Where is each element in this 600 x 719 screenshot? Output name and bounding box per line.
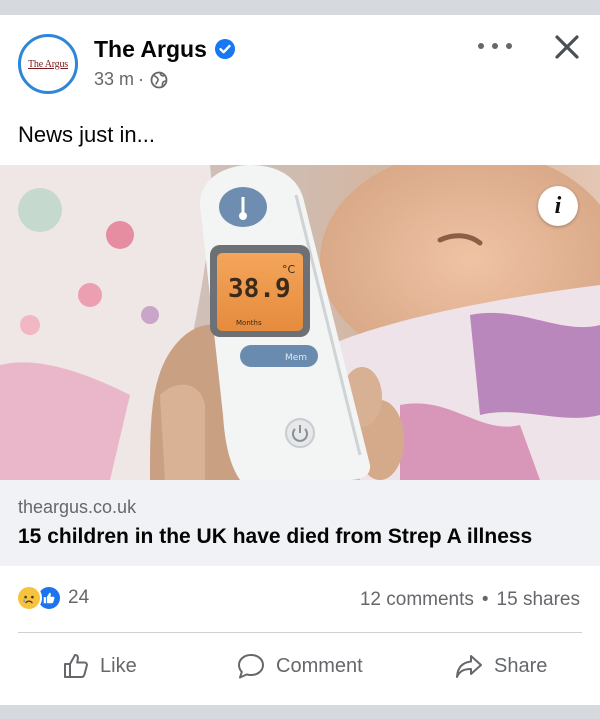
comment-button[interactable]: Comment	[236, 652, 363, 680]
image-info-icon[interactable]: i	[538, 186, 578, 226]
reactions-summary[interactable]: 24	[16, 585, 89, 611]
link-headline[interactable]: 15 children in the UK have died from Str…	[18, 525, 532, 549]
post-meta: 33 m ·	[94, 69, 168, 90]
meta-separator: ·	[138, 69, 145, 89]
verified-badge-icon	[215, 39, 235, 59]
link-preview[interactable]	[0, 480, 600, 566]
post-timestamp[interactable]: 33 m	[94, 69, 134, 90]
thumbs-up-icon	[64, 654, 88, 678]
thermometer-age-label: Months	[236, 319, 262, 327]
page-avatar[interactable]: The Argus	[18, 34, 78, 94]
link-domain[interactable]: theargus.co.uk	[18, 497, 136, 518]
stats-separator: •	[481, 589, 489, 610]
thermometer-photo: 38.9 °C Months Mem	[0, 165, 600, 480]
more-options-icon[interactable]	[478, 36, 512, 56]
thermometer-unit: °C	[282, 263, 296, 276]
post-image[interactable]: 38.9 °C Months Mem	[0, 165, 600, 480]
globe-icon	[150, 71, 168, 88]
thermometer-reading: 38.9	[228, 274, 291, 304]
like-button[interactable]: Like	[62, 652, 137, 680]
engagement-stats: 12 comments • 15 shares	[360, 589, 580, 611]
share-icon	[456, 655, 482, 678]
comment-icon	[238, 654, 264, 679]
like-label: Like	[100, 654, 137, 677]
avatar-logo-text: The Argus	[28, 58, 68, 70]
shares-count[interactable]: 15 shares	[497, 589, 580, 611]
post-text: News just in...	[18, 122, 155, 147]
close-icon[interactable]	[553, 33, 581, 61]
action-divider	[18, 632, 582, 633]
share-button[interactable]: Share	[454, 652, 547, 680]
sad-reaction-icon	[16, 585, 42, 611]
comment-label: Comment	[276, 654, 363, 677]
share-label: Share	[494, 654, 548, 677]
comments-count[interactable]: 12 comments	[360, 589, 474, 611]
thermometer-mem-label: Mem	[285, 353, 307, 363]
page-name[interactable]: The Argus	[94, 35, 207, 63]
reaction-count: 24	[68, 587, 90, 608]
